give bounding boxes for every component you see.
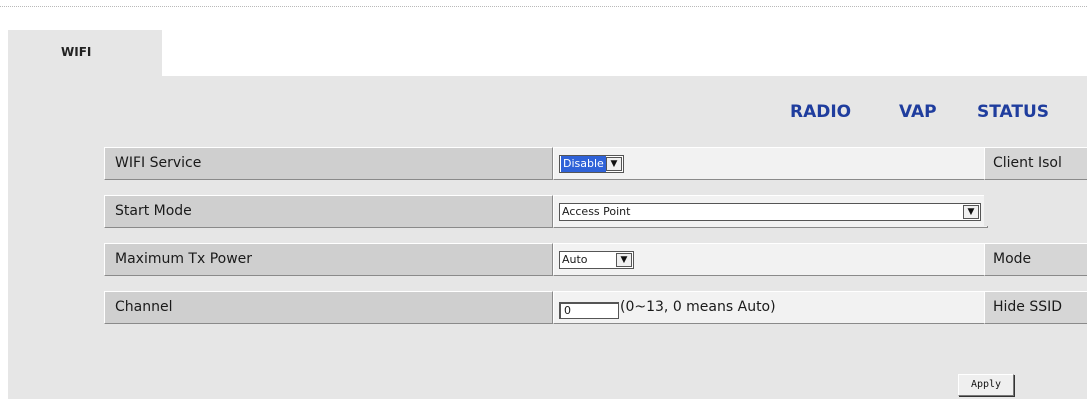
max-tx-power-select[interactable]: Auto ▼ [559, 251, 634, 269]
value-start-mode: Access Point ▼ [553, 195, 988, 228]
channel-input[interactable]: 0 [559, 302, 619, 319]
label-start-mode: Start Mode [104, 195, 553, 228]
nav-link-status[interactable]: STATUS [977, 102, 1049, 122]
apply-button[interactable]: Apply [958, 374, 1014, 396]
start-mode-select[interactable]: Access Point ▼ [559, 203, 981, 221]
label-client-isolation: Client Isol [984, 147, 1087, 180]
nav-link-radio[interactable]: RADIO [790, 102, 851, 122]
chevron-down-icon: ▼ [616, 253, 632, 267]
channel-hint: (0~13, 0 means Auto) [620, 299, 776, 315]
wifi-service-select[interactable]: Disable ▼ [559, 155, 624, 173]
label-wifi-service: WIFI Service [104, 147, 553, 180]
wifi-settings-table: WIFI Service Disable ▼ Client Isol Start… [104, 147, 1087, 340]
row-channel: Channel 0 (0~13, 0 means Auto) Hide SSID [104, 291, 1087, 324]
chevron-down-icon: ▼ [963, 205, 979, 219]
max-tx-power-selected-value: Auto [562, 253, 588, 266]
empty-side-cell [984, 195, 1087, 226]
row-wifi-service: WIFI Service Disable ▼ Client Isol [104, 147, 1087, 180]
label-hide-ssid: Hide SSID [984, 291, 1087, 324]
label-channel: Channel [104, 291, 553, 324]
nav-link-vap[interactable]: VAP [899, 102, 937, 122]
label-max-tx-power: Maximum Tx Power [104, 243, 553, 276]
value-wifi-service: Disable ▼ [553, 147, 988, 180]
row-start-mode: Start Mode Access Point ▼ [104, 195, 1087, 228]
value-max-tx-power: Auto ▼ [553, 243, 988, 276]
tab-wifi-label[interactable]: WIFI [61, 45, 91, 59]
row-max-tx-power: Maximum Tx Power Auto ▼ Mode [104, 243, 1087, 276]
chevron-down-icon: ▼ [606, 157, 622, 171]
top-dotted-divider [0, 6, 1087, 7]
wifi-service-selected-value: Disable [561, 156, 606, 172]
start-mode-selected-value: Access Point [562, 205, 631, 218]
value-channel: 0 (0~13, 0 means Auto) [553, 291, 988, 324]
label-mode: Mode [984, 243, 1087, 276]
